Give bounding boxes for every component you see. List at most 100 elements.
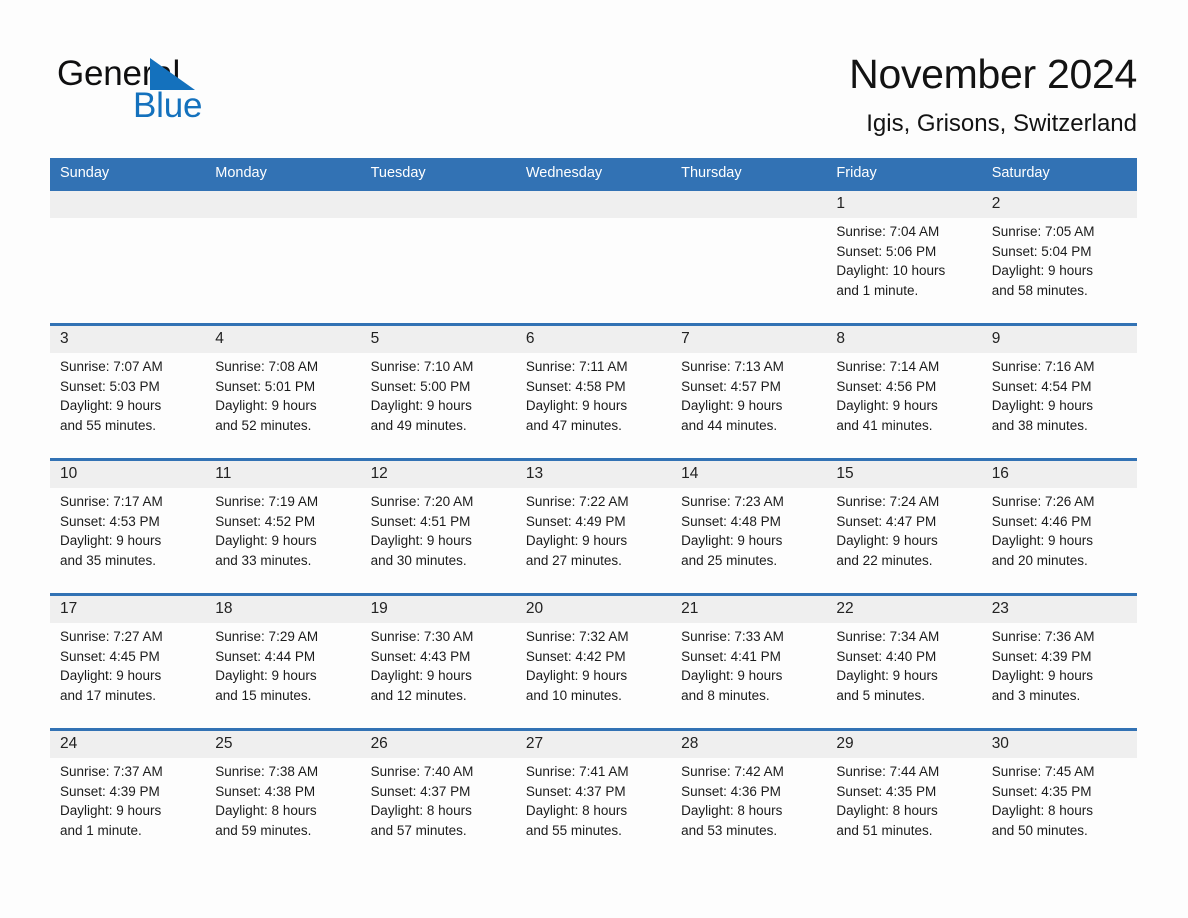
day-number: 26 [370,735,388,752]
day-cell[interactable]: 25 Sunrise: 7:38 AM Sunset: 4:38 PM Dayl… [205,731,360,863]
day-details: Sunrise: 7:04 AM Sunset: 5:06 PM Dayligh… [836,224,946,298]
day-number: 21 [681,600,699,617]
day-number: 13 [525,465,544,482]
day-number: 16 [991,465,1009,482]
day-number: 8 [836,330,846,347]
calendar-table: Sunday Monday Tuesday Wednesday Thursday… [50,158,1137,863]
day-cell[interactable]: 12 Sunrise: 7:20 AM Sunset: 4:51 PM Dayl… [361,461,516,593]
day-details: Sunrise: 7:05 AM Sunset: 5:04 PM Dayligh… [991,224,1095,298]
day-details: Sunrise: 7:10 AM Sunset: 5:00 PM Dayligh… [370,359,474,433]
day-cell[interactable]: 21 Sunrise: 7:33 AM Sunset: 4:41 PM Dayl… [671,596,826,728]
day-cell[interactable]: 22 Sunrise: 7:34 AM Sunset: 4:40 PM Dayl… [826,596,981,728]
day-number: 6 [525,330,535,347]
day-number: 27 [525,735,544,752]
day-cell[interactable] [516,191,671,323]
day-cell[interactable]: 6 Sunrise: 7:11 AM Sunset: 4:58 PM Dayli… [516,326,671,458]
weekday-header-wednesday: Wednesday [525,165,603,181]
weekday-header-tuesday: Tuesday [370,165,426,181]
day-cell[interactable]: 3 Sunrise: 7:07 AM Sunset: 5:03 PM Dayli… [50,326,205,458]
day-cell[interactable]: 2 Sunrise: 7:05 AM Sunset: 5:04 PM Dayli… [982,191,1137,323]
calendar-page: General Blue November 2024 Igis, Grisons… [0,0,1188,918]
day-number: 25 [215,735,233,752]
day-details: Sunrise: 7:32 AM Sunset: 4:42 PM Dayligh… [525,629,629,703]
day-cell[interactable]: 20 Sunrise: 7:32 AM Sunset: 4:42 PM Dayl… [516,596,671,728]
day-cell[interactable]: 14 Sunrise: 7:23 AM Sunset: 4:48 PM Dayl… [671,461,826,593]
page-title: November 2024 [849,51,1137,97]
day-details: Sunrise: 7:17 AM Sunset: 4:53 PM Dayligh… [60,494,163,568]
day-details: Sunrise: 7:44 AM Sunset: 4:35 PM Dayligh… [836,764,940,838]
day-details: Sunrise: 7:34 AM Sunset: 4:40 PM Dayligh… [836,629,940,703]
day-number: 2 [991,195,1001,212]
day-cell[interactable]: 23 Sunrise: 7:36 AM Sunset: 4:39 PM Dayl… [982,596,1137,728]
day-cell[interactable]: 17 Sunrise: 7:27 AM Sunset: 4:45 PM Dayl… [50,596,205,728]
day-number: 14 [681,465,699,482]
calendar-week-row: 17 Sunrise: 7:27 AM Sunset: 4:45 PM Dayl… [50,593,1137,728]
day-details: Sunrise: 7:07 AM Sunset: 5:03 PM Dayligh… [60,359,163,433]
weekday-header-monday: Monday [215,165,267,181]
day-number: 12 [370,465,388,482]
day-details: Sunrise: 7:19 AM Sunset: 4:52 PM Dayligh… [215,494,319,568]
day-number: 24 [60,735,78,752]
day-cell[interactable]: 10 Sunrise: 7:17 AM Sunset: 4:53 PM Dayl… [50,461,205,593]
day-cell[interactable]: 13 Sunrise: 7:22 AM Sunset: 4:49 PM Dayl… [516,461,671,593]
day-cell[interactable]: 19 Sunrise: 7:30 AM Sunset: 4:43 PM Dayl… [361,596,516,728]
weekday-header-friday: Friday [836,165,877,181]
day-details: Sunrise: 7:16 AM Sunset: 4:54 PM Dayligh… [991,359,1095,433]
weekday-header-saturday: Saturday [991,165,1050,181]
day-number: 20 [525,600,544,617]
day-number: 29 [836,735,854,752]
day-details: Sunrise: 7:20 AM Sunset: 4:51 PM Dayligh… [370,494,474,568]
day-cell[interactable]: 26 Sunrise: 7:40 AM Sunset: 4:37 PM Dayl… [361,731,516,863]
calendar-week-row: 1 Sunrise: 7:04 AM Sunset: 5:06 PM Dayli… [50,188,1137,323]
day-cell[interactable]: 9 Sunrise: 7:16 AM Sunset: 4:54 PM Dayli… [982,326,1137,458]
day-cell[interactable]: 5 Sunrise: 7:10 AM Sunset: 5:00 PM Dayli… [361,326,516,458]
day-cell[interactable]: 7 Sunrise: 7:13 AM Sunset: 4:57 PM Dayli… [671,326,826,458]
generalblue-logo[interactable]: General Blue [57,54,287,128]
day-cell[interactable] [50,191,205,323]
day-cell[interactable]: 30 Sunrise: 7:45 AM Sunset: 4:35 PM Dayl… [982,731,1137,863]
day-cell[interactable]: 15 Sunrise: 7:24 AM Sunset: 4:47 PM Dayl… [826,461,981,593]
day-number: 19 [370,600,388,617]
day-cell[interactable]: 4 Sunrise: 7:08 AM Sunset: 5:01 PM Dayli… [205,326,360,458]
title-block: November 2024 Igis, Grisons, Switzerland [849,50,1137,138]
weekday-header-row: Sunday Monday Tuesday Wednesday Thursday… [50,158,1137,188]
day-details: Sunrise: 7:08 AM Sunset: 5:01 PM Dayligh… [215,359,319,433]
day-details: Sunrise: 7:41 AM Sunset: 4:37 PM Dayligh… [525,764,629,838]
day-cell[interactable]: 18 Sunrise: 7:29 AM Sunset: 4:44 PM Dayl… [205,596,360,728]
day-details: Sunrise: 7:37 AM Sunset: 4:39 PM Dayligh… [60,764,163,838]
day-number: 7 [681,330,690,347]
day-details: Sunrise: 7:36 AM Sunset: 4:39 PM Dayligh… [991,629,1095,703]
day-cell[interactable]: 1 Sunrise: 7:04 AM Sunset: 5:06 PM Dayli… [826,191,981,323]
calendar-week-row: 24 Sunrise: 7:37 AM Sunset: 4:39 PM Dayl… [50,728,1137,863]
day-number: 18 [215,600,233,617]
day-details: Sunrise: 7:42 AM Sunset: 4:36 PM Dayligh… [681,764,784,838]
day-cell[interactable] [361,191,516,323]
day-number: 30 [991,735,1009,752]
day-details: Sunrise: 7:13 AM Sunset: 4:57 PM Dayligh… [681,359,784,433]
day-cell[interactable]: 29 Sunrise: 7:44 AM Sunset: 4:35 PM Dayl… [826,731,981,863]
weekday-header-sunday: Sunday [60,165,110,181]
day-details: Sunrise: 7:38 AM Sunset: 4:38 PM Dayligh… [215,764,319,838]
day-details: Sunrise: 7:26 AM Sunset: 4:46 PM Dayligh… [991,494,1095,568]
day-cell[interactable]: 24 Sunrise: 7:37 AM Sunset: 4:39 PM Dayl… [50,731,205,863]
calendar-week-row: 10 Sunrise: 7:17 AM Sunset: 4:53 PM Dayl… [50,458,1137,593]
day-number: 17 [60,600,78,617]
day-cell[interactable]: 28 Sunrise: 7:42 AM Sunset: 4:36 PM Dayl… [671,731,826,863]
calendar-week-row: 3 Sunrise: 7:07 AM Sunset: 5:03 PM Dayli… [50,323,1137,458]
day-cell[interactable]: 11 Sunrise: 7:19 AM Sunset: 4:52 PM Dayl… [205,461,360,593]
day-details: Sunrise: 7:23 AM Sunset: 4:48 PM Dayligh… [681,494,784,568]
day-details: Sunrise: 7:40 AM Sunset: 4:37 PM Dayligh… [370,764,474,838]
day-details: Sunrise: 7:33 AM Sunset: 4:41 PM Dayligh… [681,629,784,703]
day-details: Sunrise: 7:29 AM Sunset: 4:44 PM Dayligh… [215,629,319,703]
day-number: 10 [60,465,78,482]
day-details: Sunrise: 7:30 AM Sunset: 4:43 PM Dayligh… [370,629,474,703]
day-cell[interactable]: 16 Sunrise: 7:26 AM Sunset: 4:46 PM Dayl… [982,461,1137,593]
day-details: Sunrise: 7:22 AM Sunset: 4:49 PM Dayligh… [525,494,629,568]
day-details: Sunrise: 7:27 AM Sunset: 4:45 PM Dayligh… [60,629,163,703]
day-cell[interactable] [671,191,826,323]
day-cell[interactable] [205,191,360,323]
day-number: 28 [681,735,699,752]
day-number: 3 [60,330,69,347]
day-cell[interactable]: 8 Sunrise: 7:14 AM Sunset: 4:56 PM Dayli… [826,326,981,458]
day-cell[interactable]: 27 Sunrise: 7:41 AM Sunset: 4:37 PM Dayl… [516,731,671,863]
